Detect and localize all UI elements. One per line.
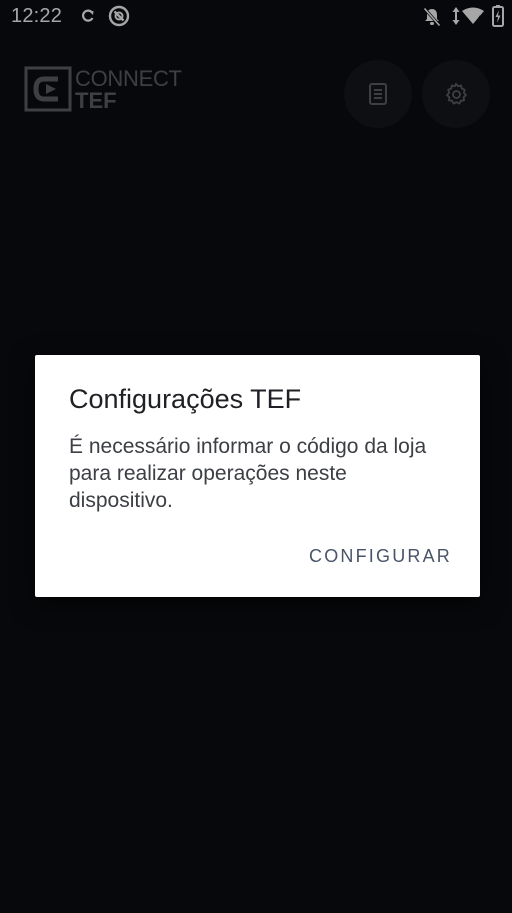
- configure-button[interactable]: CONFIGURAR: [309, 546, 452, 567]
- dialog-title: Configurações TEF: [69, 384, 302, 414]
- tef-config-dialog: Configurações TEF É necessário informar …: [35, 355, 480, 597]
- screen: 12:22 4 CONNECT TEF Configurações TEF É …: [0, 0, 512, 913]
- dialog-message: É necessário informar o código da loja p…: [69, 435, 427, 512]
